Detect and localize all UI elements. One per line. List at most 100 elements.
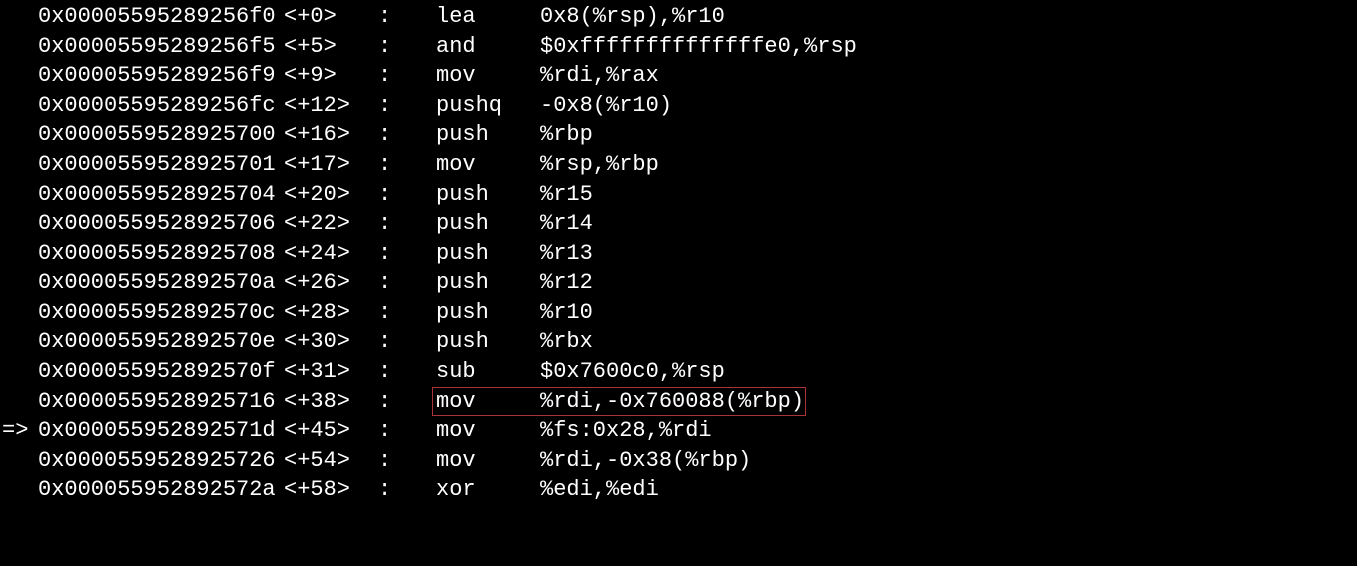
operands: %edi,%edi [540,475,659,505]
separator: : [378,180,436,210]
mnemonic: push [436,298,540,328]
disasm-row: 0x000055952892570e<+30>:push%rbx [0,328,1357,358]
instruction: mov%fs:0x28,%rdi [436,416,1357,446]
operands: 0x8(%rsp),%r10 [540,2,725,32]
separator: : [378,298,436,328]
address: 0x00005595289256f5 [38,32,284,62]
instruction: push%r10 [436,298,1357,328]
mnemonic: push [436,209,540,239]
offset: <+26> [284,268,378,298]
instruction-inner: push%rbp [436,120,593,150]
separator: : [378,239,436,269]
instruction: push%r13 [436,239,1357,269]
instruction-inner: sub$0x7600c0,%rsp [436,357,725,387]
instruction: push%rbx [436,327,1357,357]
address: 0x000055952892570e [38,327,284,357]
address: 0x0000559528925704 [38,180,284,210]
offset: <+17> [284,150,378,180]
separator: : [378,357,436,387]
mnemonic: and [436,32,540,62]
instruction: xor%edi,%edi [436,475,1357,505]
mnemonic: push [436,180,540,210]
separator: : [378,150,436,180]
offset: <+5> [284,32,378,62]
current-line-marker: => [0,416,38,446]
separator: : [378,2,436,32]
highlighted-instruction: mov%rdi,-0x760088(%rbp) [436,387,804,417]
separator: : [378,120,436,150]
mnemonic: xor [436,475,540,505]
operands: %rbx [540,327,593,357]
address: 0x0000559528925700 [38,120,284,150]
operands: %r10 [540,298,593,328]
instruction-inner: lea0x8(%rsp),%r10 [436,2,725,32]
offset: <+22> [284,209,378,239]
disasm-row: 0x0000559528925704<+20>:push%r15 [0,180,1357,210]
operands: $0x7600c0,%rsp [540,357,725,387]
disasm-row: 0x000055952892570a<+26>:push%r12 [0,268,1357,298]
address: 0x00005595289256f9 [38,61,284,91]
offset: <+58> [284,475,378,505]
instruction-inner: xor%edi,%edi [436,475,659,505]
instruction: lea0x8(%rsp),%r10 [436,2,1357,32]
operands: %rdi,-0x38(%rbp) [540,446,751,476]
mnemonic: push [436,120,540,150]
instruction: sub$0x7600c0,%rsp [436,357,1357,387]
address: 0x000055952892570c [38,298,284,328]
operands: %rbp [540,120,593,150]
offset: <+54> [284,446,378,476]
instruction-inner: push%r13 [436,239,593,269]
operands: %r14 [540,209,593,239]
offset: <+28> [284,298,378,328]
instruction-inner: mov%rsp,%rbp [436,150,659,180]
offset: <+38> [284,387,378,417]
instruction-inner: pushq-0x8(%r10) [436,91,672,121]
instruction: push%rbp [436,120,1357,150]
offset: <+12> [284,91,378,121]
mnemonic: pushq [436,91,540,121]
operands: -0x8(%r10) [540,91,672,121]
offset: <+45> [284,416,378,446]
disassembly-listing: 0x00005595289256f0<+0>:lea0x8(%rsp),%r10… [0,2,1357,505]
operands: $0xffffffffffffffe0,%rsp [540,32,857,62]
disasm-row: 0x00005595289256f0<+0>:lea0x8(%rsp),%r10 [0,2,1357,32]
disasm-row: 0x00005595289256f9<+9>:mov%rdi,%rax [0,61,1357,91]
disasm-row: =>0x000055952892571d<+45>:mov%fs:0x28,%r… [0,416,1357,446]
address: 0x000055952892570a [38,268,284,298]
address: 0x0000559528925726 [38,446,284,476]
separator: : [378,387,436,417]
instruction: mov%rdi,-0x760088(%rbp) [436,387,1357,417]
mnemonic: lea [436,2,540,32]
instruction-inner: push%rbx [436,327,593,357]
address: 0x0000559528925716 [38,387,284,417]
instruction-inner: mov%fs:0x28,%rdi [436,416,712,446]
address: 0x0000559528925701 [38,150,284,180]
offset: <+24> [284,239,378,269]
mnemonic: mov [436,416,540,446]
instruction-inner: and$0xffffffffffffffe0,%rsp [436,32,857,62]
address: 0x000055952892570f [38,357,284,387]
instruction: push%r15 [436,180,1357,210]
offset: <+31> [284,357,378,387]
instruction-inner: push%r14 [436,209,593,239]
separator: : [378,32,436,62]
disasm-row: 0x0000559528925716<+38>:mov%rdi,-0x76008… [0,387,1357,417]
operands: %r12 [540,268,593,298]
address: 0x00005595289256f0 [38,2,284,32]
mnemonic: push [436,239,540,269]
offset: <+9> [284,61,378,91]
mnemonic: mov [436,61,540,91]
disasm-row: 0x0000559528925701<+17>:mov%rsp,%rbp [0,150,1357,180]
disasm-row: 0x00005595289256f5<+5>:and$0xfffffffffff… [0,32,1357,62]
disasm-row: 0x000055952892570f<+31>:sub$0x7600c0,%rs… [0,357,1357,387]
instruction-inner: push%r15 [436,180,593,210]
address: 0x0000559528925708 [38,239,284,269]
mnemonic: mov [436,387,540,417]
separator: : [378,209,436,239]
separator: : [378,475,436,505]
mnemonic: push [436,268,540,298]
address: 0x0000559528925706 [38,209,284,239]
disasm-row: 0x0000559528925726<+54>:mov%rdi,-0x38(%r… [0,446,1357,476]
mnemonic: mov [436,150,540,180]
instruction: push%r14 [436,209,1357,239]
